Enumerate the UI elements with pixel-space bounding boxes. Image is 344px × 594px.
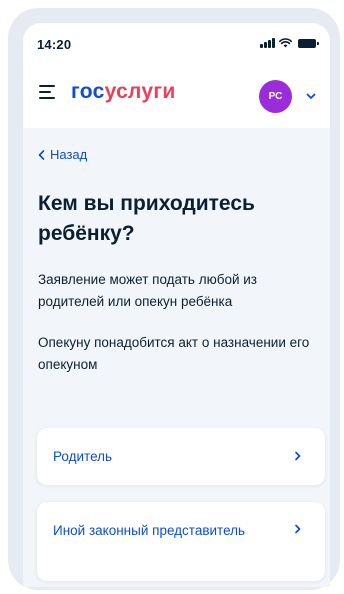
phone-screen: 14:20 госуслуги РС Назад Кем вы приходит… [23, 23, 330, 587]
gosuslugi-logo[interactable]: госуслуги [71, 80, 176, 104]
hamburger-icon[interactable] [39, 85, 57, 99]
page-title: Кем вы приходитесь ребёнку? [38, 192, 255, 245]
status-time: 14:20 [37, 37, 72, 52]
battery-icon [298, 39, 319, 48]
option-label: Родитель [53, 449, 113, 464]
option-label: Иной законный представитель [53, 523, 246, 538]
option-parent[interactable]: Родитель [37, 428, 325, 485]
chevron-left-icon [38, 149, 45, 160]
back-link-label: Назад [50, 147, 88, 162]
option-legal-representative[interactable]: Иной законный представитель [37, 502, 325, 581]
chevron-right-icon [295, 524, 301, 534]
guardian-note-text: Опекуну понадобится акт о назначении его… [38, 335, 310, 372]
avatar[interactable]: РС [259, 80, 292, 113]
status-bar: 14:20 [23, 23, 330, 63]
chevron-down-icon[interactable] [305, 90, 317, 102]
main-content: Назад Кем вы приходитесь ребёнку? Заявле… [23, 128, 330, 587]
signal-icon [260, 38, 275, 48]
system-icons [260, 38, 319, 48]
wifi-icon [279, 38, 292, 48]
back-link[interactable]: Назад [38, 147, 87, 162]
app-header: госуслуги РС [23, 73, 330, 121]
chevron-right-icon [295, 451, 301, 461]
description-text: Заявление может подать любой из родителе… [38, 272, 257, 309]
